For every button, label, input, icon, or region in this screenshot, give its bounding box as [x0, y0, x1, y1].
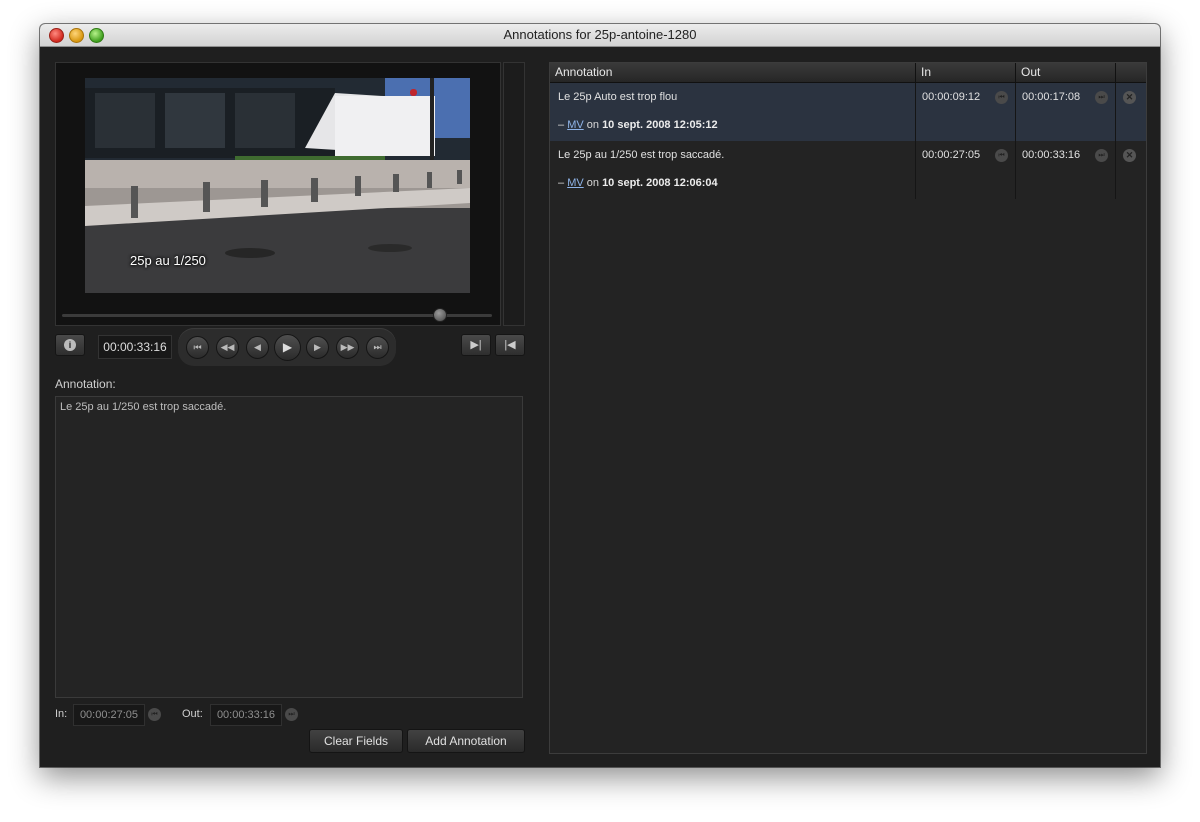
column-divider [915, 83, 916, 199]
out-label: Out: [182, 708, 203, 720]
delete-icon[interactable]: ✕ [1123, 91, 1136, 104]
annotation-textarea[interactable]: Le 25p au 1/250 est trop saccadé. [55, 396, 523, 698]
window-title: Annotations for 25p-antoine-1280 [503, 27, 697, 42]
column-divider [1015, 83, 1016, 199]
play-icon: ▶ [282, 340, 293, 354]
close-window-button[interactable] [49, 28, 64, 43]
clear-fields-button[interactable]: Clear Fields [309, 729, 403, 753]
annotation-meta: – MV on 10 sept. 2008 12:06:04 [558, 177, 718, 189]
timeline-slider[interactable] [62, 314, 492, 317]
rewind-button[interactable]: ◀◀ [216, 336, 239, 359]
info-button[interactable]: i [55, 334, 85, 356]
playhead-knob[interactable] [433, 308, 448, 322]
delete-icon[interactable]: ✕ [1123, 149, 1136, 162]
mark-out-button[interactable]: |◀ [495, 334, 525, 356]
jump-to-out-icon[interactable]: ⏭ [1095, 91, 1108, 104]
video-player[interactable]: 25p au 1/250 [55, 62, 501, 326]
info-icon: i [64, 339, 76, 352]
minimize-window-button[interactable] [69, 28, 84, 43]
skip-end-icon: ⏭ [373, 342, 382, 352]
skip-start-icon: ⏮ [193, 342, 202, 352]
out-timecode-field[interactable]: 00:00:33:16 [210, 704, 282, 726]
volume-strip[interactable] [503, 62, 525, 326]
zoom-window-button[interactable] [89, 28, 104, 43]
out-timecode: 00:00:33:16 [1022, 149, 1081, 161]
author-link[interactable]: MV [567, 119, 584, 131]
annotation-meta: – MV on 10 sept. 2008 12:05:12 [558, 119, 718, 131]
fast-forward-icon: ▶▶ [340, 342, 355, 352]
jump-to-in-icon[interactable]: ⏮ [995, 91, 1008, 104]
jump-to-in-icon[interactable]: ⏮ [148, 708, 161, 721]
video-caption: 25p au 1/250 [130, 253, 206, 268]
current-timecode: 00:00:33:16 [98, 335, 172, 359]
jump-to-out-icon[interactable]: ⏭ [1095, 149, 1108, 162]
step-back-button[interactable]: ◀ [246, 336, 269, 359]
column-header-out[interactable]: Out [1016, 63, 1116, 82]
fast-forward-button[interactable]: ▶▶ [336, 336, 359, 359]
table-row[interactable]: Le 25p Auto est trop flou – MV on 10 sep… [550, 83, 1146, 141]
mark-in-button[interactable]: ▶| [461, 334, 491, 356]
meta-on: on [586, 177, 599, 189]
mark-in-icon: ▶| [470, 339, 482, 351]
title-bar: Annotations for 25p-antoine-1280 [40, 24, 1160, 47]
table-row[interactable]: Le 25p au 1/250 est trop saccadé. – MV o… [550, 141, 1146, 199]
play-button[interactable]: ▶ [274, 334, 301, 361]
add-annotation-button[interactable]: Add Annotation [407, 729, 525, 753]
column-divider [1115, 83, 1116, 199]
meta-dash: – [558, 177, 565, 189]
meta-dash: – [558, 119, 565, 131]
in-timecode: 00:00:09:12 [922, 91, 981, 103]
out-timecode: 00:00:17:08 [1022, 91, 1081, 103]
jump-to-in-icon[interactable]: ⏮ [995, 149, 1008, 162]
in-timecode: 00:00:27:05 [922, 149, 981, 161]
annotation-date: 10 sept. 2008 12:05:12 [602, 119, 718, 131]
in-timecode-field[interactable]: 00:00:27:05 [73, 704, 145, 726]
go-to-start-button[interactable]: ⏮ [186, 336, 209, 359]
jump-to-out-icon[interactable]: ⏭ [285, 708, 298, 721]
table-header: Annotation In Out [550, 63, 1146, 83]
step-forward-button[interactable]: ▶ [306, 336, 329, 359]
mark-out-icon: |◀ [504, 339, 516, 351]
author-link[interactable]: MV [567, 177, 584, 189]
column-header-delete [1116, 63, 1146, 82]
annotation-label: Annotation: [55, 377, 116, 391]
annotations-window: Annotations for 25p-antoine-1280 25p au … [40, 24, 1160, 767]
column-header-annotation[interactable]: Annotation [550, 63, 916, 82]
column-header-in[interactable]: In [916, 63, 1016, 82]
annotation-text: Le 25p Auto est trop flou [558, 91, 678, 103]
annotation-text: Le 25p au 1/250 est trop saccadé. [558, 149, 725, 161]
step-forward-icon: ▶ [314, 342, 321, 352]
go-to-end-button[interactable]: ⏭ [366, 336, 389, 359]
video-frame-image: 25p au 1/250 [85, 78, 470, 293]
meta-on: on [586, 119, 599, 131]
transport-controls: ⏮ ◀◀ ◀ ▶ ▶ ▶▶ ⏭ [178, 328, 396, 366]
step-back-icon: ◀ [254, 342, 261, 352]
annotations-table: Annotation In Out Le 25p Auto est trop f… [549, 62, 1147, 754]
rewind-icon: ◀◀ [220, 342, 235, 352]
in-label: In: [55, 708, 68, 720]
annotation-date: 10 sept. 2008 12:06:04 [602, 177, 718, 189]
